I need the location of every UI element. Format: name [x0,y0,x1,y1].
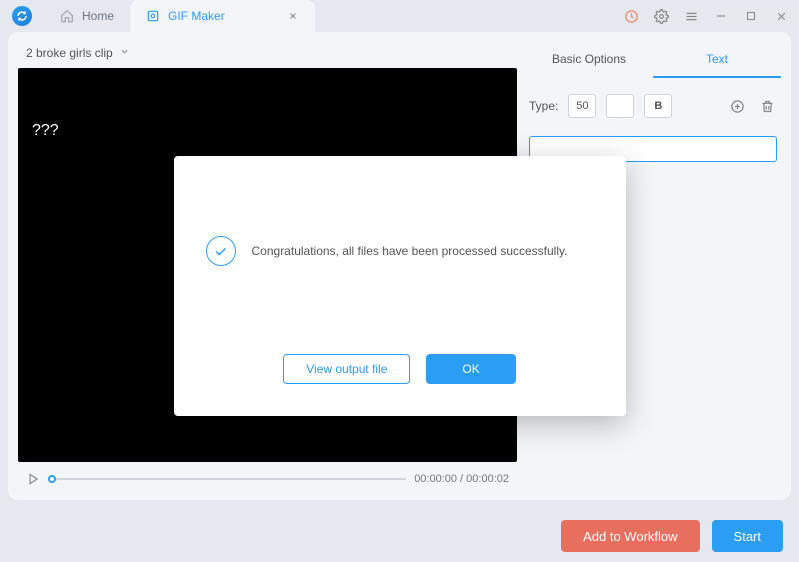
ok-button[interactable]: OK [426,354,515,384]
check-icon [206,236,236,266]
modal-body: Congratulations, all files have been pro… [206,236,594,266]
modal-buttons: View output file OK [206,354,594,384]
modal-message: Congratulations, all files have been pro… [252,244,568,258]
view-output-button[interactable]: View output file [283,354,410,384]
success-modal: Congratulations, all files have been pro… [174,156,626,416]
modal-backdrop: Congratulations, all files have been pro… [0,0,799,562]
